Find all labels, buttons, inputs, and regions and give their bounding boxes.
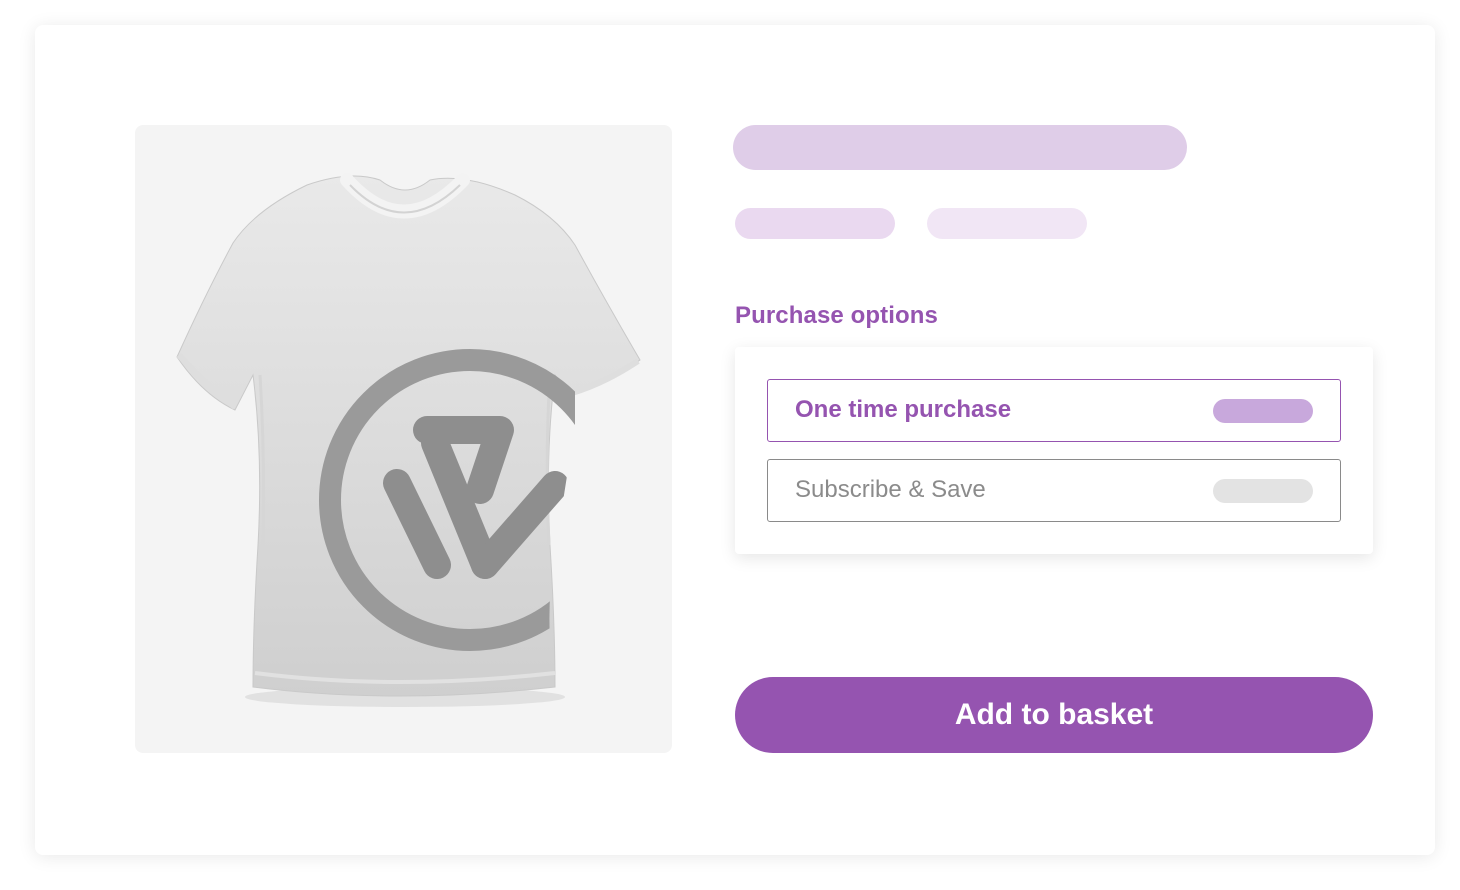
purchase-options-label: Purchase options (735, 302, 938, 329)
product-title-placeholder (733, 125, 1187, 170)
product-meta-placeholder (735, 208, 895, 239)
option-price-placeholder (1213, 399, 1313, 423)
product-image (135, 125, 672, 753)
option-one-time-purchase[interactable]: One time purchase (767, 379, 1341, 442)
add-to-basket-button[interactable]: Add to basket (735, 677, 1373, 753)
option-label: One time purchase (795, 396, 1012, 423)
tshirt-illustration (176, 173, 641, 707)
option-price-placeholder (1213, 479, 1313, 503)
option-label: Subscribe & Save (795, 476, 986, 503)
option-subscribe-and-save[interactable]: Subscribe & Save (767, 459, 1341, 522)
purchase-options-panel: One time purchase Subscribe & Save (735, 347, 1373, 554)
product-meta-placeholder (927, 208, 1087, 239)
